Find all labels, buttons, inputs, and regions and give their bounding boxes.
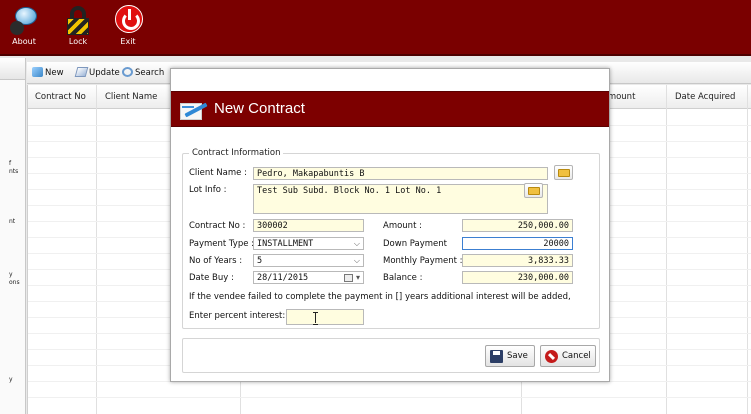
left-nav-pane: f nts nt y ons y bbox=[0, 58, 26, 414]
lock-label: Lock bbox=[68, 37, 88, 46]
new-label: New bbox=[45, 68, 64, 78]
amount-field[interactable]: 250,000.00 bbox=[462, 219, 573, 232]
dialog-title: New Contract bbox=[214, 100, 305, 117]
search-label: Search bbox=[135, 68, 165, 78]
client-name-label: Client Name : bbox=[189, 168, 247, 178]
cancel-button[interactable]: Cancel bbox=[540, 345, 596, 367]
client-name-field[interactable]: Pedro, Makapabuntis B bbox=[253, 167, 548, 180]
interest-notice: If the vendee failed to complete the pay… bbox=[189, 292, 571, 302]
browse-lot-button[interactable] bbox=[524, 183, 543, 198]
monthly-payment-label: Monthly Payment : bbox=[383, 256, 463, 266]
cancel-label: Cancel bbox=[562, 351, 591, 361]
lock-button[interactable]: Lock bbox=[58, 3, 98, 53]
contract-information-group: Contract Information Client Name : Pedro… bbox=[182, 148, 600, 329]
new-contract-dialog: New Contract Contract Information Client… bbox=[170, 68, 610, 382]
left-pane-text: ons bbox=[9, 279, 20, 286]
folder-icon bbox=[528, 187, 540, 195]
left-pane-text: y bbox=[9, 271, 13, 278]
column-contract-no[interactable]: Contract No bbox=[35, 92, 86, 102]
dialog-titlebar[interactable] bbox=[171, 69, 609, 91]
column-date-acquired[interactable]: Date Acquired bbox=[675, 92, 735, 102]
left-pane-header bbox=[0, 58, 25, 80]
search-icon bbox=[122, 67, 133, 77]
down-payment-label: Down Payment bbox=[383, 239, 447, 249]
group-legend: Contract Information bbox=[189, 148, 284, 158]
lock-icon bbox=[63, 5, 93, 35]
folder-icon bbox=[558, 169, 570, 177]
search-button[interactable]: Search bbox=[122, 67, 164, 78]
grid-row-line bbox=[28, 397, 751, 398]
payment-type-label: Payment Type : bbox=[189, 239, 255, 249]
contract-edit-icon bbox=[180, 100, 208, 122]
column-client-name[interactable]: Client Name bbox=[105, 92, 157, 102]
date-buy-value: 28/11/2015 bbox=[257, 273, 309, 283]
left-pane-text: nt bbox=[9, 218, 16, 225]
about-label: About bbox=[12, 37, 36, 46]
payment-type-value: INSTALLMENT bbox=[257, 239, 314, 249]
about-button[interactable]: About bbox=[4, 3, 44, 53]
update-label: Update bbox=[89, 68, 120, 78]
interest-label: Enter percent interest: bbox=[189, 311, 286, 321]
browse-client-button[interactable] bbox=[554, 165, 573, 180]
years-value: 5 bbox=[257, 256, 263, 266]
date-buy-label: Date Buy : bbox=[189, 273, 234, 283]
down-payment-field[interactable]: 20000 bbox=[462, 237, 573, 250]
dialog-header: New Contract bbox=[171, 91, 609, 127]
chevron-down-icon: ⌵ bbox=[353, 239, 360, 248]
update-button[interactable]: Update bbox=[74, 67, 120, 78]
contract-no-label: Contract No : bbox=[189, 221, 246, 231]
exit-label: Exit bbox=[120, 37, 136, 46]
lot-info-label: Lot Info : bbox=[189, 185, 227, 195]
new-button[interactable]: New bbox=[32, 67, 64, 78]
date-buy-picker[interactable]: 28/11/2015 ▾ bbox=[253, 271, 364, 284]
left-pane-text: nts bbox=[9, 168, 19, 175]
exit-button[interactable]: Exit bbox=[108, 3, 148, 53]
years-label: No of Years : bbox=[189, 256, 243, 266]
app-ribbon: About Lock Exit bbox=[0, 0, 751, 56]
calendar-icon[interactable] bbox=[344, 274, 353, 282]
interest-input[interactable] bbox=[286, 309, 364, 325]
dialog-button-bar: Save Cancel bbox=[182, 338, 600, 373]
years-select[interactable]: 5 ⌵ bbox=[253, 254, 364, 267]
left-pane-text: f bbox=[9, 160, 12, 167]
balance-field[interactable]: 230,000.00 bbox=[462, 271, 573, 284]
cancel-icon bbox=[545, 350, 558, 363]
payment-type-select[interactable]: INSTALLMENT ⌵ bbox=[253, 237, 364, 250]
chevron-down-icon: ⌵ bbox=[353, 256, 360, 265]
about-icon bbox=[9, 5, 39, 35]
chevron-down-icon[interactable]: ▾ bbox=[356, 273, 360, 283]
lot-info-field[interactable]: Test Sub Subd. Block No. 1 Lot No. 1 bbox=[253, 184, 548, 214]
monthly-payment-field[interactable]: 3,833.33 bbox=[462, 254, 573, 267]
save-button[interactable]: Save bbox=[485, 345, 535, 367]
balance-label: Balance : bbox=[383, 273, 423, 283]
save-label: Save bbox=[507, 351, 528, 361]
new-icon bbox=[32, 67, 43, 77]
save-icon bbox=[490, 350, 503, 363]
left-pane-text: y bbox=[9, 376, 13, 383]
update-icon bbox=[74, 67, 89, 77]
text-cursor-icon bbox=[313, 312, 319, 325]
amount-label: Amount : bbox=[383, 221, 422, 231]
contract-no-field[interactable]: 300002 bbox=[253, 219, 364, 232]
exit-icon bbox=[113, 5, 143, 35]
